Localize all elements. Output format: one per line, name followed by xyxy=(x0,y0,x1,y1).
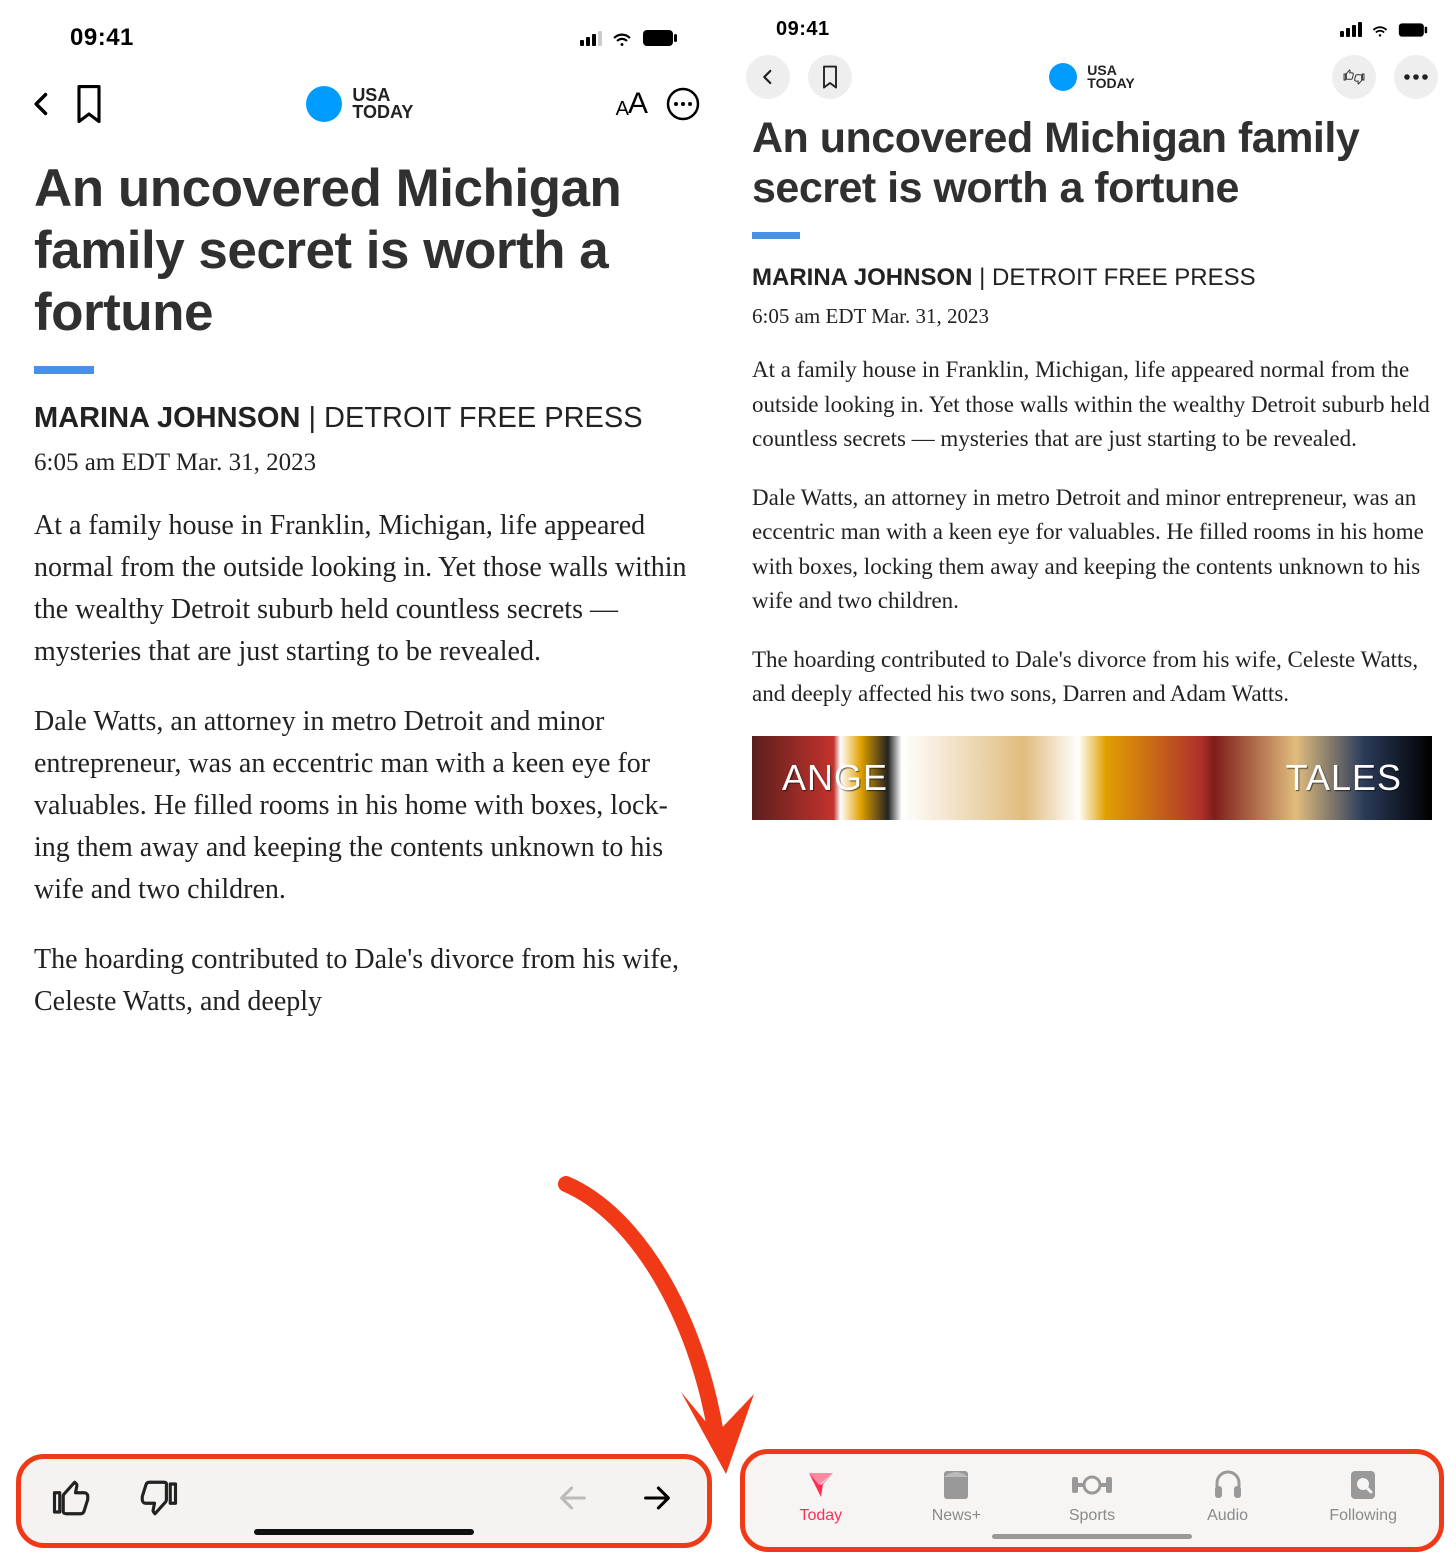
byline-author: MARINA JOHNSON xyxy=(752,264,972,291)
publisher-brand: USA TODAY xyxy=(306,86,413,122)
status-bar: 09:41 xyxy=(0,0,728,64)
article-nav: USA TODAY xyxy=(728,49,1456,111)
img-text: ANGE xyxy=(782,757,888,799)
article-paragraph: Dale Watts, an attorney in metro Detroit… xyxy=(34,701,694,911)
cellular-signal-icon xyxy=(580,31,602,46)
article-paragraph: At a family house in Franklin, Michigan,… xyxy=(34,505,694,673)
article-body: At a family house in Franklin, Michigan,… xyxy=(752,353,1432,712)
tab-label: Following xyxy=(1329,1507,1397,1525)
article-headline: An uncovered Michigan family secret is w… xyxy=(34,158,694,344)
article-paragraph: Dale Watts, an attorney in metro Detroit… xyxy=(752,481,1432,619)
article-timestamp: 6:05 am EDT Mar. 31, 2023 xyxy=(752,304,1432,329)
next-article-button[interactable] xyxy=(637,1481,677,1515)
tab-label: News+ xyxy=(932,1507,981,1525)
status-icons xyxy=(580,26,678,50)
tab-following[interactable]: Following xyxy=(1318,1468,1408,1525)
thumbs-up-button[interactable] xyxy=(51,1477,93,1519)
bookmark-button[interactable] xyxy=(74,84,104,124)
tab-newsplus[interactable]: News+ xyxy=(911,1468,1001,1525)
tab-audio[interactable]: Audio xyxy=(1183,1468,1273,1525)
back-button[interactable] xyxy=(746,55,790,99)
article-body: At a family house in Franklin, Michigan,… xyxy=(34,505,694,1023)
reader-nav: USA TODAY AA xyxy=(0,64,728,150)
brand-text: USA TODAY xyxy=(1087,64,1134,91)
article-byline: MARINA JOHNSON | DETROIT FREE PRESS xyxy=(752,261,1432,295)
tab-label: Audio xyxy=(1207,1507,1248,1525)
battery-icon xyxy=(642,29,678,47)
audio-icon xyxy=(1212,1468,1244,1502)
thumbs-down-button[interactable] xyxy=(137,1477,179,1519)
today-icon xyxy=(806,1468,836,1502)
article-image: ANGE TALES xyxy=(752,736,1432,820)
publisher-brand: USA TODAY xyxy=(1049,63,1134,91)
wifi-icon xyxy=(610,26,634,50)
cellular-signal-icon xyxy=(1340,22,1362,37)
tab-label: Sports xyxy=(1069,1507,1115,1525)
byline-author: MARINA JOHNSON xyxy=(34,402,300,434)
article-timestamp: 6:05 am EDT Mar. 31, 2023 xyxy=(34,449,694,477)
battery-icon xyxy=(1398,22,1428,38)
img-text: TALES xyxy=(1286,757,1402,799)
sports-icon xyxy=(1070,1468,1114,1502)
prev-article-button[interactable] xyxy=(553,1481,593,1515)
tab-bar: Today News+ Sports Audio Following xyxy=(740,1449,1444,1552)
wifi-icon xyxy=(1370,20,1390,40)
byline-publication: DETROIT FREE PRESS xyxy=(992,264,1256,291)
more-button[interactable] xyxy=(666,87,700,121)
headline-divider xyxy=(34,366,94,374)
article-byline: MARINA JOHNSON | DETROIT FREE PRESS xyxy=(34,398,694,439)
brand-text: USA TODAY xyxy=(352,87,413,121)
text-size-button[interactable]: AA xyxy=(616,87,648,121)
article-content: An uncovered Michigan family secret is w… xyxy=(0,150,728,1454)
bookmark-button[interactable] xyxy=(808,55,852,99)
standard-view-phone: 09:41 USA TODAY xyxy=(728,0,1456,1564)
brand-dot-icon xyxy=(306,86,342,122)
status-icons xyxy=(1340,20,1428,40)
byline-publication: DETROIT FREE PRESS xyxy=(324,402,643,434)
tab-label: Today xyxy=(799,1507,842,1525)
tab-today[interactable]: Today xyxy=(776,1468,866,1525)
back-button[interactable] xyxy=(28,86,56,122)
status-time: 09:41 xyxy=(776,18,830,41)
headline-divider xyxy=(752,232,800,239)
article-paragraph: At a family house in Franklin, Michigan,… xyxy=(752,353,1432,457)
article-paragraph: The hoarding contributed to Dale's divor… xyxy=(34,939,694,1023)
article-paragraph: The hoarding contributed to Dale's divor… xyxy=(752,643,1432,712)
status-bar: 09:41 xyxy=(728,0,1456,49)
home-indicator[interactable] xyxy=(992,1534,1192,1539)
article-headline: An uncovered Michigan family secret is w… xyxy=(752,113,1432,214)
following-icon xyxy=(1349,1468,1377,1502)
reader-view-phone: 09:41 USA TODAY AA xyxy=(0,0,728,1564)
brand-dot-icon xyxy=(1049,63,1077,91)
feedback-button[interactable] xyxy=(1332,55,1376,99)
newsplus-icon xyxy=(942,1468,970,1502)
reader-bottom-toolbar xyxy=(16,1454,712,1548)
article-content: An uncovered Michigan family secret is w… xyxy=(728,111,1456,1449)
more-button[interactable] xyxy=(1394,55,1438,99)
status-time: 09:41 xyxy=(70,24,134,52)
tab-sports[interactable]: Sports xyxy=(1047,1468,1137,1525)
home-indicator[interactable] xyxy=(254,1529,474,1535)
